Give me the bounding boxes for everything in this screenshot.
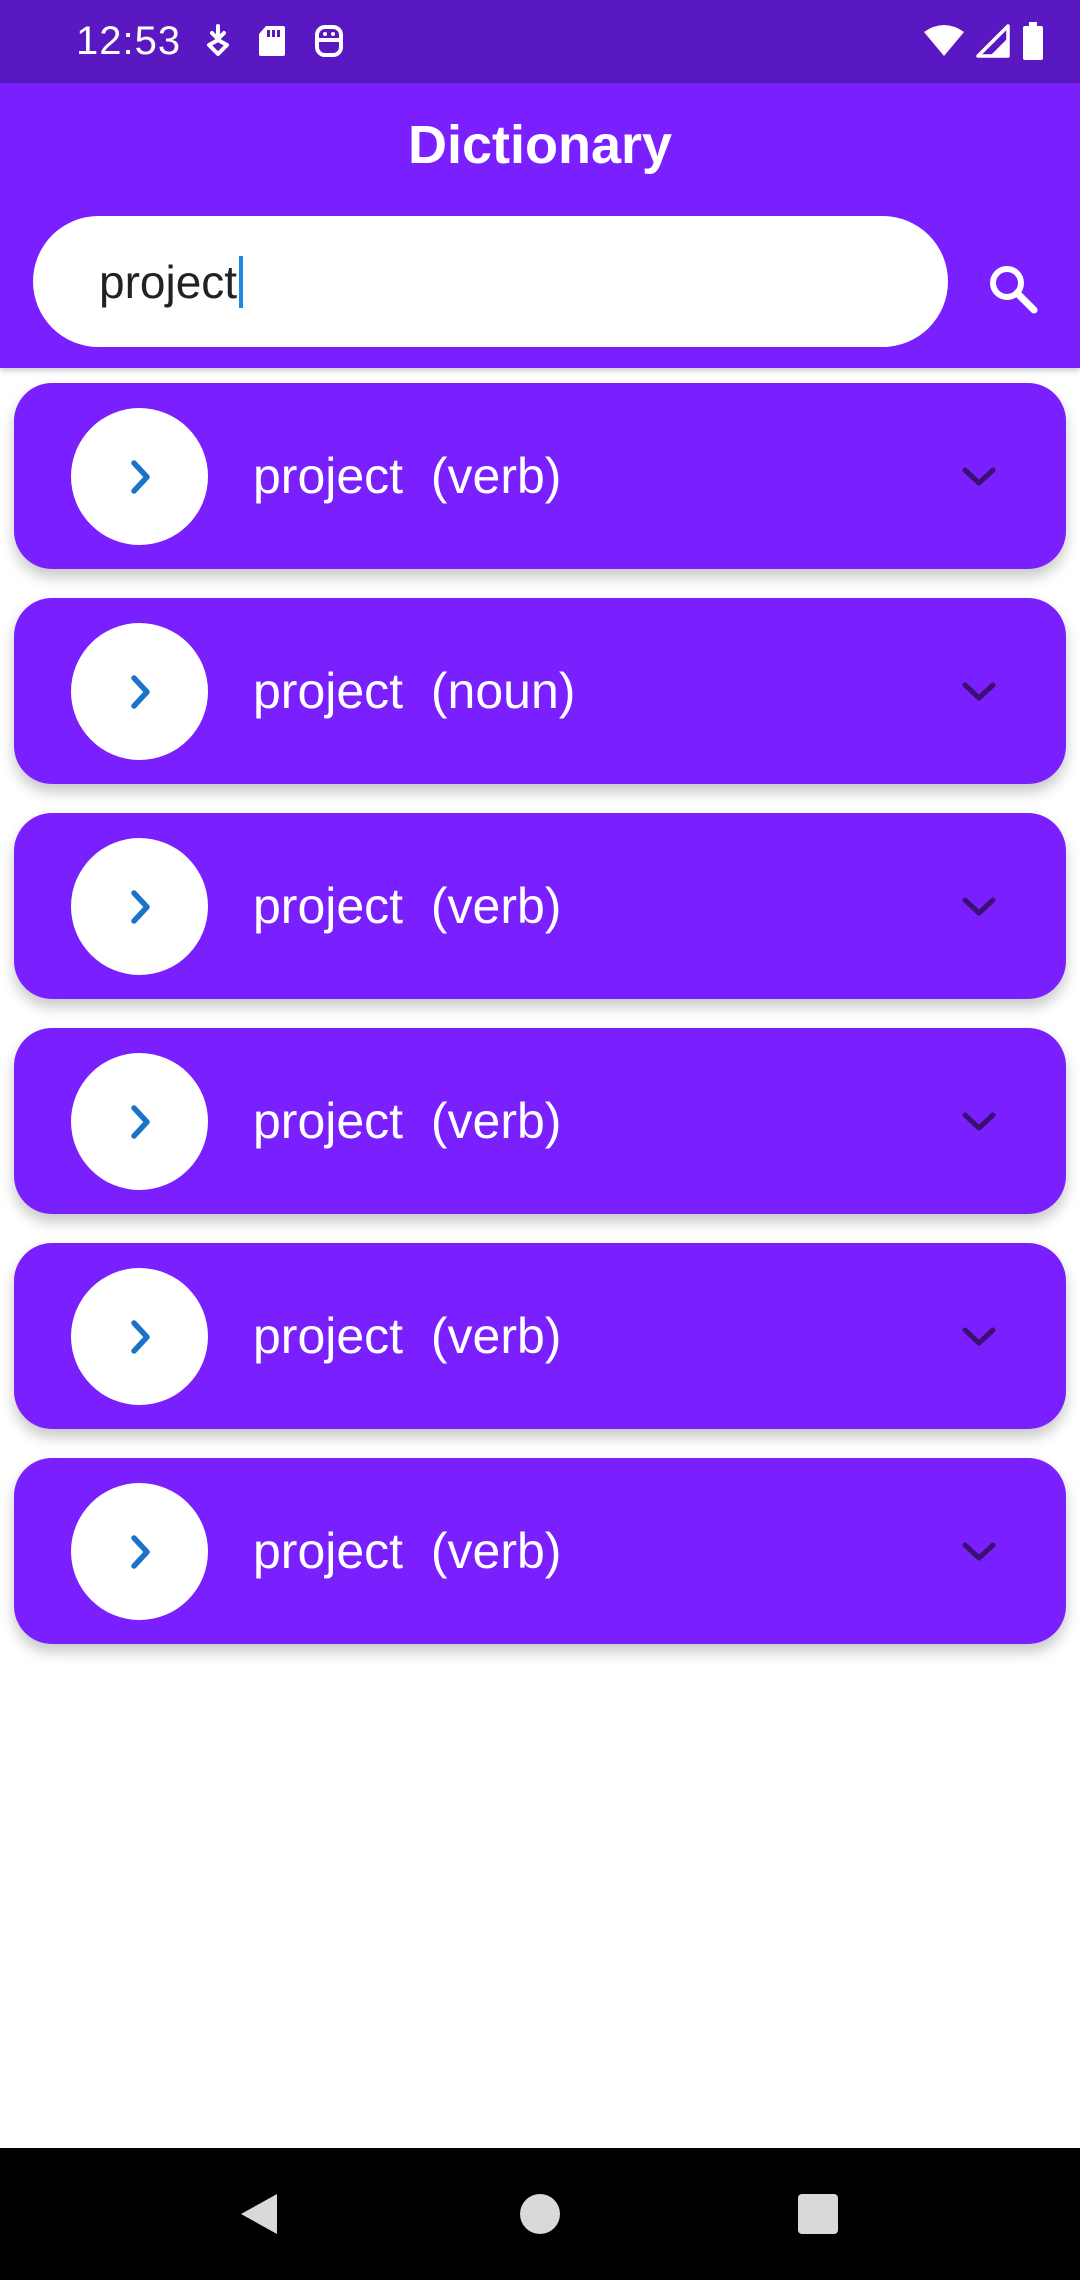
chevron-right-icon [130, 889, 150, 924]
page-title: Dictionary [407, 115, 673, 175]
chevron-down-icon [962, 467, 996, 486]
search-field[interactable]: project [33, 216, 948, 347]
word-label: project (verb) [253, 1028, 561, 1214]
list-item[interactable]: project (verb) [14, 383, 1066, 569]
expand-button[interactable] [949, 446, 1009, 506]
avatar [71, 1053, 208, 1190]
part-of-speech: (noun) [430, 663, 576, 719]
recents-icon [798, 2194, 838, 2234]
chevron-right-icon [130, 1104, 150, 1139]
cell-signal-icon [976, 24, 1010, 58]
recents-button[interactable] [788, 2184, 848, 2244]
word-text: project [253, 1308, 404, 1364]
battery-icon [1023, 22, 1043, 60]
list-item[interactable]: project (verb) [14, 813, 1066, 999]
expand-button[interactable] [949, 876, 1009, 936]
home-icon [520, 2194, 560, 2234]
word-label: project (noun) [253, 598, 575, 784]
list-item[interactable]: project (verb) [14, 1243, 1066, 1429]
word-text: project [253, 878, 404, 934]
word-label: project (verb) [253, 383, 561, 569]
assistant-notification-icon [315, 25, 343, 57]
download-notification-icon [207, 24, 229, 56]
chevron-right-icon [130, 1534, 150, 1569]
word-text: project [253, 663, 404, 719]
chevron-right-icon [130, 459, 150, 494]
status-bar: 12:53 [0, 0, 1080, 83]
status-left-icons [205, 18, 345, 64]
navigation-bar [0, 2148, 1080, 2280]
search-input[interactable]: project [99, 255, 237, 309]
word-label: project (verb) [253, 1243, 561, 1429]
list-item[interactable]: project (verb) [14, 1028, 1066, 1214]
expand-button[interactable] [949, 1091, 1009, 1151]
app-bar: Dictionary project [0, 83, 1080, 368]
avatar [71, 408, 208, 545]
wifi-icon [924, 25, 964, 56]
list-item[interactable]: project (noun) [14, 598, 1066, 784]
back-button[interactable] [229, 2184, 289, 2244]
chevron-right-icon [130, 674, 150, 709]
search-button[interactable] [978, 254, 1048, 324]
part-of-speech: (verb) [430, 1308, 562, 1364]
screen: 12:53 Dictionary project project (verb) … [0, 0, 1080, 2280]
chevron-down-icon [962, 897, 996, 916]
home-button[interactable] [510, 2184, 570, 2244]
avatar [71, 623, 208, 760]
word-text: project [253, 1093, 404, 1149]
back-icon [241, 2194, 277, 2234]
list-item[interactable]: project (verb) [14, 1458, 1066, 1644]
avatar [71, 1268, 208, 1405]
chevron-right-icon [130, 1319, 150, 1354]
word-text: project [253, 1523, 404, 1579]
part-of-speech: (verb) [430, 1093, 562, 1149]
part-of-speech: (verb) [430, 878, 562, 934]
chevron-down-icon [962, 1327, 996, 1346]
part-of-speech: (verb) [430, 1523, 562, 1579]
status-time: 12:53 [76, 19, 182, 63]
sd-card-icon [259, 26, 285, 56]
text-cursor [239, 255, 244, 308]
result-list: project (verb) project (noun) project (v… [14, 383, 1066, 1673]
chevron-down-icon [962, 682, 996, 701]
avatar [71, 1483, 208, 1620]
expand-button[interactable] [949, 1521, 1009, 1581]
search-icon [990, 266, 1038, 314]
status-right-icons [924, 18, 1044, 64]
word-label: project (verb) [253, 813, 561, 999]
avatar [71, 838, 208, 975]
word-label: project (verb) [253, 1458, 561, 1644]
expand-button[interactable] [949, 1306, 1009, 1366]
expand-button[interactable] [949, 661, 1009, 721]
word-text: project [253, 448, 404, 504]
part-of-speech: (verb) [430, 448, 562, 504]
chevron-down-icon [962, 1112, 996, 1131]
chevron-down-icon [962, 1542, 996, 1561]
